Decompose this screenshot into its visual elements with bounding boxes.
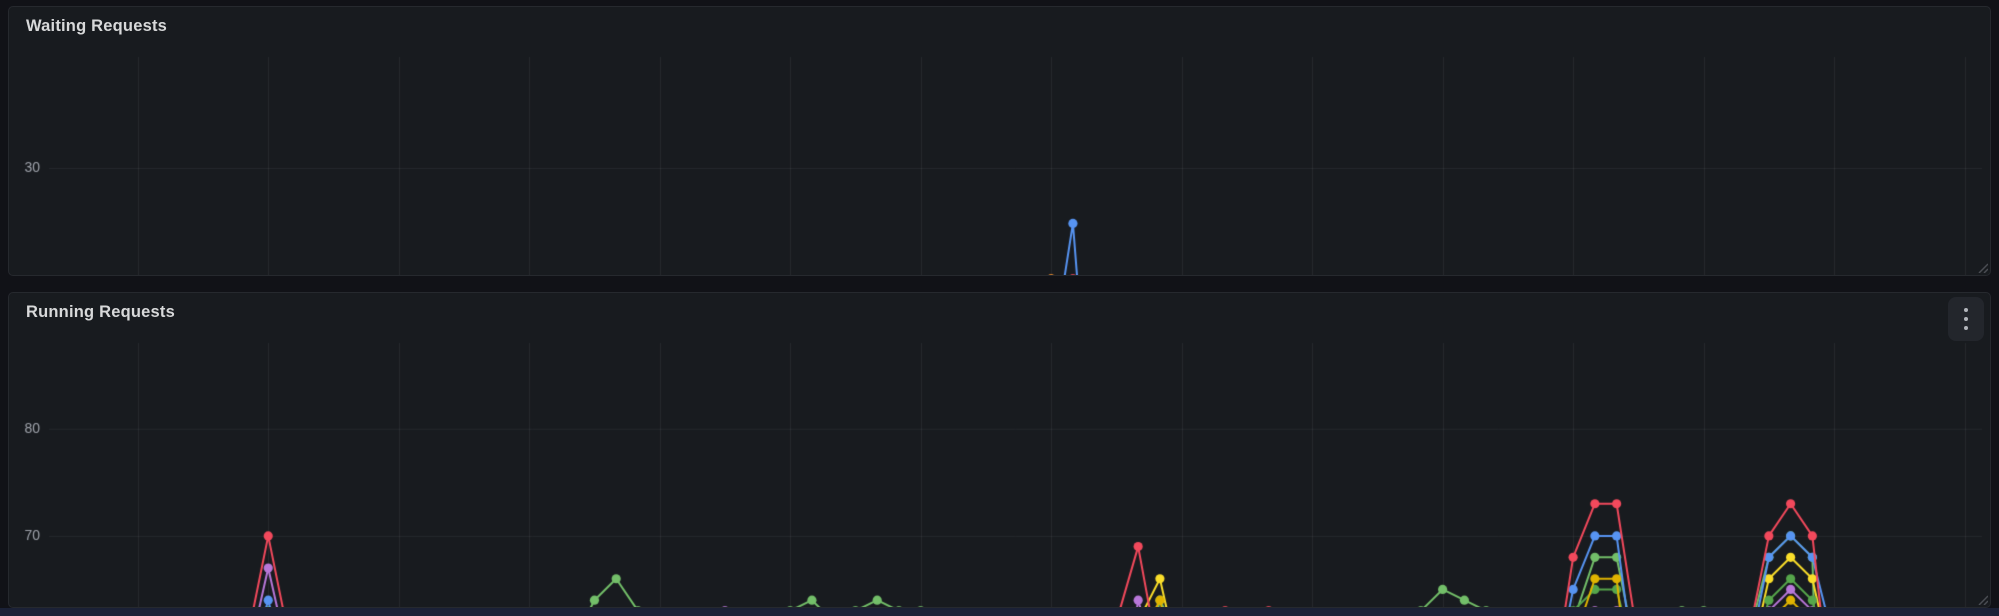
panel-title[interactable]: Running Requests: [26, 303, 175, 322]
kebab-vertical-icon: [1964, 308, 1968, 312]
panel-resize-handle[interactable]: [1976, 261, 1988, 273]
panel-menu-button[interactable]: [1948, 297, 1984, 341]
waiting-requests-chart[interactable]: [9, 45, 1990, 275]
running-requests-chart[interactable]: [9, 331, 1990, 607]
panel-header: Running Requests: [9, 293, 1990, 341]
panel-title[interactable]: Waiting Requests: [26, 17, 167, 36]
viewport-bottom-strip: [0, 608, 1999, 616]
panel-waiting-requests: Waiting Requests: [8, 6, 1991, 276]
resize-grip-icon: [1978, 595, 1988, 605]
resize-grip-icon: [1978, 263, 1988, 273]
panel-resize-handle[interactable]: [1976, 593, 1988, 605]
panel-header: Waiting Requests: [9, 7, 1990, 45]
panel-running-requests: Running Requests: [8, 292, 1991, 608]
